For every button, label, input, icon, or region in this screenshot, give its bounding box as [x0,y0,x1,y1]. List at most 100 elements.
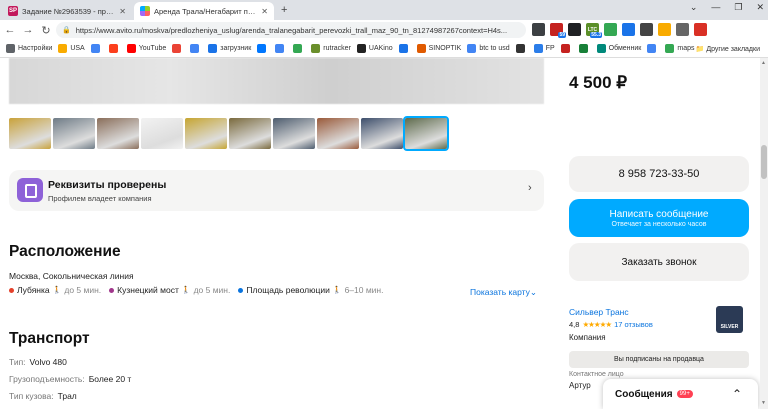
photo-thumbnail[interactable] [141,118,183,149]
google-icon [90,44,100,53]
photo-thumbnail[interactable] [317,118,359,149]
bookmark-item[interactable] [398,44,411,53]
chevron-down-icon[interactable]: ⌄ [690,2,698,13]
bookmark-item[interactable] [190,44,202,53]
ext-icon-6[interactable] [622,23,635,36]
bookmark-item[interactable] [647,44,659,53]
bookmark-item[interactable] [578,44,591,53]
youtube-icon [126,44,136,53]
lock-icon[interactable]: 🔒 [62,26,71,34]
bookmark-item[interactable]: SINOPTIK [416,44,461,53]
new-tab-button[interactable]: + [281,4,287,16]
photo-thumbnail[interactable] [273,118,315,149]
param-key: Грузоподъемность: [9,374,85,384]
photo-thumbnail[interactable] [361,118,403,149]
subscribed-button[interactable]: Вы подписаны на продавца [569,351,749,368]
avito-icon [140,6,150,16]
maximize-icon[interactable]: ❐ [734,2,742,13]
scrollbar-thumb[interactable] [761,145,767,179]
address-bar[interactable]: 🔒 https://www.avito.ru/moskva/predlozhen… [56,22,526,38]
bookmark-item[interactable] [108,44,121,53]
reload-icon[interactable]: ↻ [38,24,54,37]
show-map-link[interactable]: Показать карту⌄ [470,287,537,298]
metro-name: Площадь революции [246,285,330,295]
sinoptik-icon [416,44,426,53]
bookmark-item[interactable]: YouTube [126,44,167,53]
bookmark-item[interactable]: загрузник [208,44,251,53]
bookmark-item[interactable] [172,44,184,53]
extension-badge: 59 [558,32,566,38]
photo-thumbnail[interactable] [185,118,227,149]
back-icon[interactable]: ← [2,24,18,36]
param-key: Тип кузова: [9,391,54,401]
write-message-button[interactable]: Написать сообщение Отвечает за несколько… [569,199,749,237]
ext-icon-1[interactable] [532,23,545,36]
google-icon [647,44,657,53]
ext-icon-3[interactable] [568,23,581,36]
messages-widget[interactable]: Сообщения 99+ ⌃ [603,379,758,409]
photo-thumbnail[interactable] [9,118,51,149]
bookmark-item[interactable]: rutracker [311,44,351,53]
bookmark-item[interactable] [90,44,103,53]
scroll-up-icon[interactable]: ▲ [761,60,766,66]
photo-thumbnail[interactable] [53,118,95,149]
bookmark-item[interactable]: FP [533,44,555,53]
minimize-icon[interactable]: — [711,2,720,13]
photo-thumbnail[interactable] [229,118,271,149]
ext-icon-10[interactable] [694,23,707,36]
ext-icon-7[interactable] [640,23,653,36]
uakino-icon [356,44,366,53]
bookmark-label: rutracker [323,45,351,52]
other-bookmarks[interactable]: 📁 Другие закладки [696,45,760,53]
chevron-up-icon[interactable]: ⌃ [732,387,742,401]
scrollbar[interactable] [760,58,768,409]
main-photo[interactable] [9,58,544,104]
page-content: Реквизиты проверены Профилем владеет ком… [0,58,760,409]
metro-walk-time: до 5 мин. [64,285,102,295]
photo-thumbnail[interactable] [97,118,139,149]
show-phone-button[interactable]: 8 958 723-33-50 [569,156,749,192]
walk-icon: 🚶 [332,287,342,294]
photo-thumbnail[interactable] [403,116,449,151]
bookmark-item[interactable]: USA [58,44,85,53]
reviews-link[interactable]: 17 отзывов [614,320,653,329]
seller-logo[interactable]: SILVER [716,306,743,333]
forward-icon[interactable]: → [20,24,36,36]
google-icon [190,44,200,53]
download-icon [208,44,218,53]
ltc-icon[interactable]: LTC 55.3 [586,23,602,38]
contact-name: Артур [569,381,591,390]
bookmark-label: YouTube [138,45,167,52]
bookmark-item[interactable] [293,44,305,53]
bookmark-item[interactable]: Обменник [596,44,641,53]
bookmark-label: btc to usd [479,45,510,52]
bookmark-item[interactable] [257,44,269,53]
bookmark-item[interactable]: Настройки [6,44,52,53]
bookmarks-bar: Настройки USA YouTube загрузник rutracker UAK… [0,40,768,58]
metro-line-dot [109,287,115,293]
ext-icon-2[interactable]: 59 [550,23,566,38]
seller-name-link[interactable]: Сильвер Транс [569,307,629,317]
bookmark-item[interactable]: UAKino [356,44,393,53]
bookmark-item[interactable]: btc to usd [467,44,510,53]
close-icon[interactable]: ✕ [119,7,126,16]
bookmark-item[interactable] [515,44,528,53]
chevron-right-icon[interactable]: › [528,182,532,194]
ext-icon-8[interactable] [658,23,671,36]
scroll-down-icon[interactable]: ▼ [761,400,766,406]
bookmark-item[interactable]: maps [665,44,694,53]
ext-icon-5[interactable] [604,23,617,36]
tab-avito[interactable]: Аренда Трала/Негабарит перевоз ✕ [134,2,274,20]
close-icon[interactable]: ✕ [261,7,268,16]
url-text: https://www.avito.ru/moskva/predlozheniy… [75,25,508,35]
ext-icon-9[interactable] [676,23,689,36]
bookmark-item[interactable] [275,44,287,53]
close-window-icon[interactable]: ✕ [756,2,764,13]
bookmark-item[interactable] [560,44,573,53]
tab-task[interactable]: SP Задание №2963539 - просмотр з ✕ [2,2,132,20]
tab-title: Аренда Трала/Негабарит перевоз [154,6,257,16]
gear-icon [6,44,15,53]
chevron-down-icon: ⌄ [529,287,538,297]
reply-time: Отвечает за несколько часов [611,220,707,228]
order-call-button[interactable]: Заказать звонок [569,243,749,281]
